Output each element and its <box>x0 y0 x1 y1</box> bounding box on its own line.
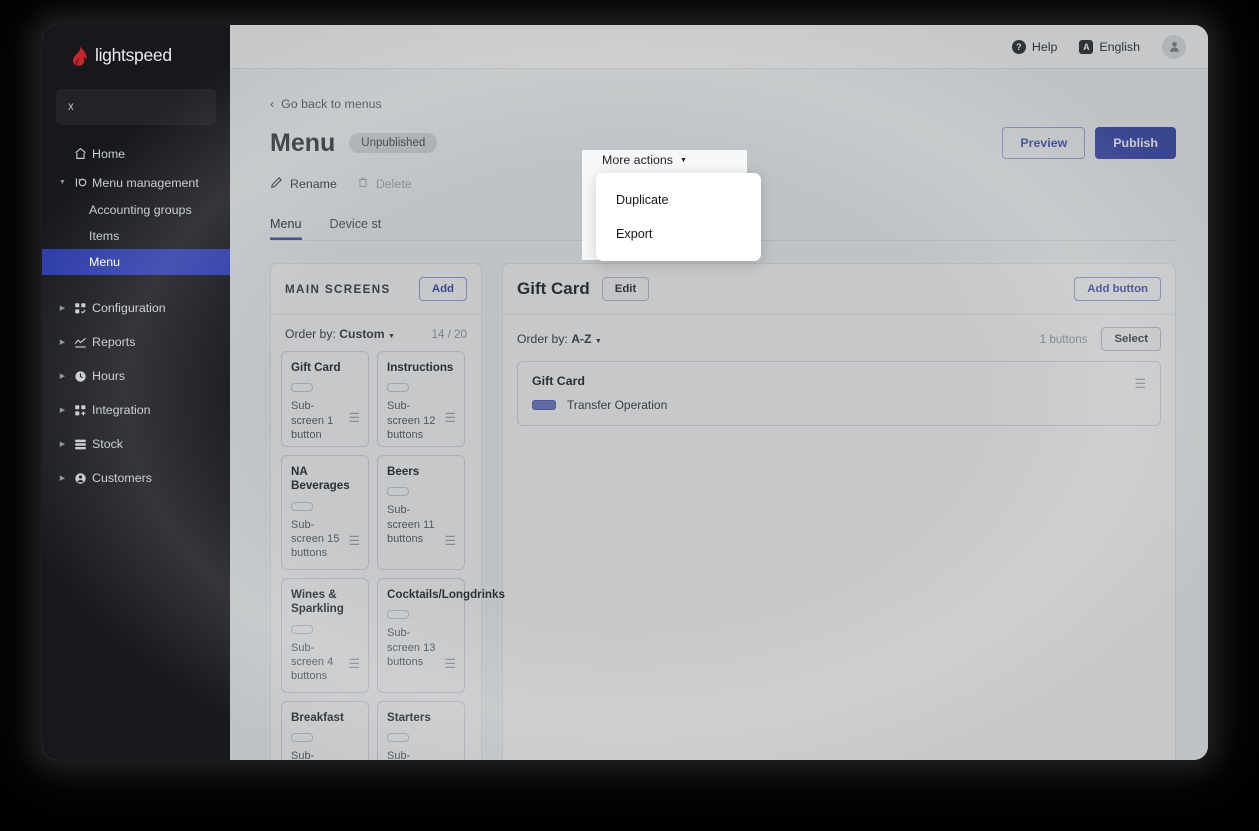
sidebar-item-integration[interactable]: ▶ Integration <box>42 393 230 427</box>
chevron-right-icon[interactable]: ▶ <box>56 474 69 482</box>
sidebar-item-label: Stock <box>92 437 123 451</box>
brand-name: lightspeed <box>95 45 172 65</box>
search-value: x <box>68 101 74 113</box>
sidebar-subitem-label: Accounting groups <box>89 203 192 217</box>
main-content: ? Help A English ‹ Go back to menus Menu <box>230 25 1208 760</box>
chevron-right-icon[interactable]: ▶ <box>56 440 69 448</box>
more-actions-button[interactable]: More actions ▼ <box>602 153 687 167</box>
chevron-right-icon[interactable]: ▶ <box>56 304 69 312</box>
sidebar-item-accounting-groups[interactable]: Accounting groups <box>42 197 230 223</box>
search-input[interactable]: x <box>56 89 216 125</box>
more-actions-dropdown: Duplicate Export <box>596 173 761 261</box>
sidebar-item-label: Reports <box>92 335 136 349</box>
brand-logo[interactable]: lightspeed <box>42 25 230 66</box>
home-icon <box>69 147 92 160</box>
sidebar-item-items[interactable]: Items <box>42 223 230 249</box>
sidebar-item-home[interactable]: Home <box>42 139 230 168</box>
sidebar-item-configuration[interactable]: ▶ Configuration <box>42 291 230 325</box>
sidebar-item-label: Configuration <box>92 301 166 315</box>
reports-icon <box>69 336 92 349</box>
sidebar-nav: Home ▼ Menu management Accounting groups… <box>42 139 230 495</box>
chevron-right-icon[interactable]: ▶ <box>56 338 69 346</box>
sidebar-item-hours[interactable]: ▶ Hours <box>42 359 230 393</box>
sidebar-item-label: Hours <box>92 369 126 383</box>
sidebar-item-stock[interactable]: ▶ Stock <box>42 427 230 461</box>
sidebar-subitem-label: Items <box>89 229 120 243</box>
sidebar-item-menu-management[interactable]: ▼ Menu management <box>42 168 230 197</box>
sidebar-item-reports[interactable]: ▶ Reports <box>42 325 230 359</box>
sidebar-subitem-label: Menu <box>89 255 120 269</box>
menu-management-icon <box>69 176 92 189</box>
more-actions-label: More actions <box>602 153 673 167</box>
chevron-down-icon[interactable]: ▼ <box>56 179 69 186</box>
chevron-down-icon: ▼ <box>679 156 687 164</box>
customers-icon <box>69 472 92 485</box>
dropdown-item-duplicate[interactable]: Duplicate <box>596 183 761 217</box>
app-window: lightspeed x Home ▼ Menu management Acco… <box>42 25 1208 760</box>
sidebar-item-customers[interactable]: ▶ Customers <box>42 461 230 495</box>
clock-icon <box>69 370 92 383</box>
sidebar-item-label: Menu management <box>92 175 199 190</box>
sidebar-item-label: Integration <box>92 403 151 417</box>
modal-overlay[interactable] <box>230 25 1208 760</box>
integration-icon <box>69 404 92 417</box>
sidebar: lightspeed x Home ▼ Menu management Acco… <box>42 25 230 760</box>
configuration-icon <box>69 302 92 315</box>
stock-icon <box>69 438 92 451</box>
sidebar-item-label: Customers <box>92 471 152 485</box>
chevron-right-icon[interactable]: ▶ <box>56 406 69 414</box>
dropdown-item-export[interactable]: Export <box>596 217 761 251</box>
chevron-right-icon[interactable]: ▶ <box>56 372 69 380</box>
sidebar-item-label: Home <box>92 146 126 161</box>
sidebar-item-menu[interactable]: Menu <box>42 249 230 275</box>
flame-icon <box>71 45 88 66</box>
